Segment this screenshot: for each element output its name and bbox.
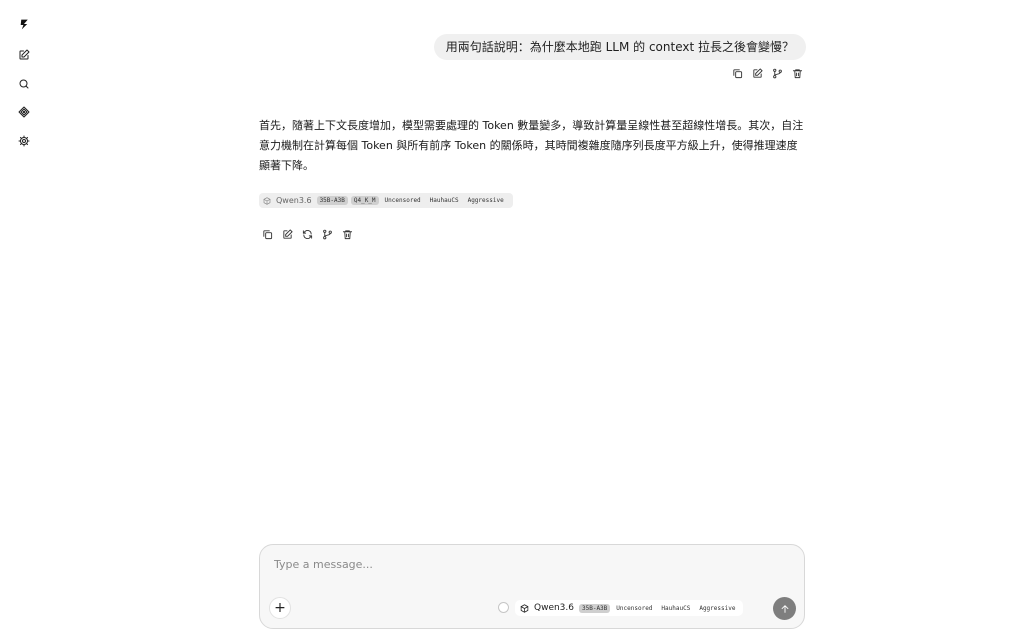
new-chat-icon[interactable] bbox=[14, 45, 34, 65]
send-button[interactable] bbox=[773, 597, 796, 620]
edit-icon[interactable] bbox=[750, 66, 764, 80]
search-icon[interactable] bbox=[14, 74, 34, 94]
model-tag: Aggressive bbox=[467, 197, 504, 204]
model-selector[interactable]: Qwen3.6 35B-A3B Uncensored HauhauCS Aggr… bbox=[515, 600, 744, 616]
sidebar bbox=[0, 0, 48, 640]
model-tag: Uncensored bbox=[384, 197, 421, 204]
edit-icon[interactable] bbox=[280, 227, 294, 241]
models-icon[interactable] bbox=[14, 102, 34, 122]
assistant-message-actions bbox=[260, 227, 354, 241]
user-message-actions bbox=[730, 66, 804, 80]
branch-icon[interactable] bbox=[770, 66, 784, 80]
model-tag: HauhauCS bbox=[661, 604, 691, 612]
model-tag: Uncensored bbox=[616, 604, 653, 612]
model-tag: 35B-A3B bbox=[316, 196, 348, 205]
bolt-logo-icon[interactable] bbox=[14, 14, 34, 34]
model-tag: Q4_K_M bbox=[350, 196, 379, 205]
user-message-bubble: 用兩句話說明：為什麼本地跑 LLM 的 context 拉長之後會變慢？ bbox=[433, 34, 806, 60]
delete-icon[interactable] bbox=[340, 227, 354, 241]
model-tag: Aggressive bbox=[699, 604, 736, 612]
gear-icon[interactable] bbox=[14, 131, 34, 151]
cube-icon bbox=[263, 196, 271, 205]
delete-icon[interactable] bbox=[790, 66, 804, 80]
status-indicator[interactable] bbox=[498, 602, 509, 613]
model-name: Qwen3.6 bbox=[276, 196, 312, 205]
assistant-message: 首先，隨著上下文長度增加，模型需要處理的 Token 數量變多，導致計算量呈線性… bbox=[259, 119, 804, 172]
copy-icon[interactable] bbox=[730, 66, 744, 80]
model-name: Qwen3.6 bbox=[534, 603, 574, 613]
answer-model-chip: Qwen3.6 35B-A3B Q4_K_M Uncensored Hauhau… bbox=[259, 193, 513, 208]
cube-icon bbox=[520, 603, 529, 613]
arrow-up-icon bbox=[781, 604, 788, 613]
model-tag: HauhauCS bbox=[429, 197, 459, 204]
copy-icon[interactable] bbox=[260, 227, 274, 241]
model-tag: 35B-A3B bbox=[579, 603, 611, 613]
branch-icon[interactable] bbox=[320, 227, 334, 241]
message-composer: + Qwen3.6 35B-A3B Uncensored HauhauCS Ag… bbox=[259, 544, 805, 629]
attach-button[interactable]: + bbox=[269, 597, 291, 619]
user-message-row: 用兩句話說明：為什麼本地跑 LLM 的 context 拉長之後會變慢？ bbox=[433, 34, 806, 60]
regenerate-icon[interactable] bbox=[300, 227, 314, 241]
message-input[interactable] bbox=[274, 555, 774, 573]
